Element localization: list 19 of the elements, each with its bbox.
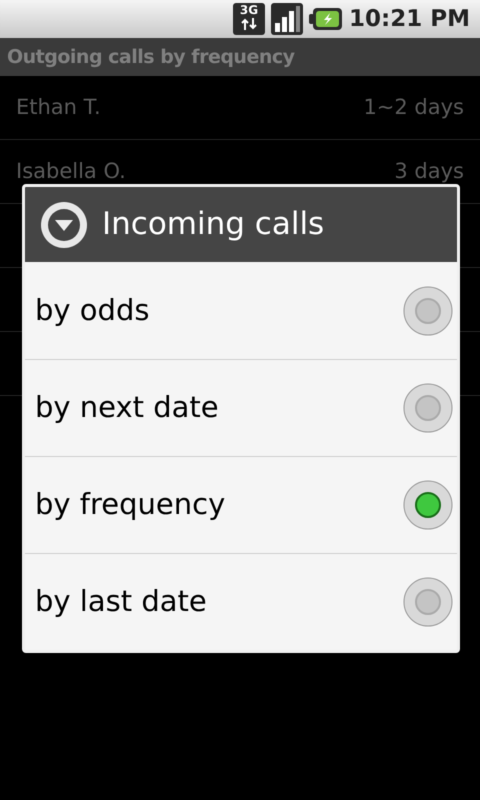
radio-button[interactable]	[403, 286, 453, 336]
call-interval: 3 days	[394, 158, 464, 185]
dialog-title: Incoming calls	[102, 205, 324, 244]
contact-name: Isabella O.	[16, 158, 126, 185]
option-item[interactable]: by last date	[25, 553, 457, 650]
network-icon: 3G	[233, 3, 266, 35]
option-item[interactable]: by odds	[25, 262, 457, 359]
signal-icon	[271, 3, 304, 35]
screen-title: Outgoing calls by frequency	[7, 44, 295, 70]
contact-name: Ethan T.	[16, 94, 101, 121]
dropdown-icon	[40, 200, 88, 248]
battery-icon	[309, 7, 344, 31]
radio-button[interactable]	[403, 577, 453, 627]
clock: 10:21 PM	[349, 4, 470, 34]
radio-button[interactable]	[403, 383, 453, 433]
option-item[interactable]: by next date	[25, 359, 457, 456]
option-item[interactable]: by frequency	[25, 456, 457, 553]
radio-button[interactable]	[403, 480, 453, 530]
call-interval: 1~2 days	[363, 94, 464, 121]
